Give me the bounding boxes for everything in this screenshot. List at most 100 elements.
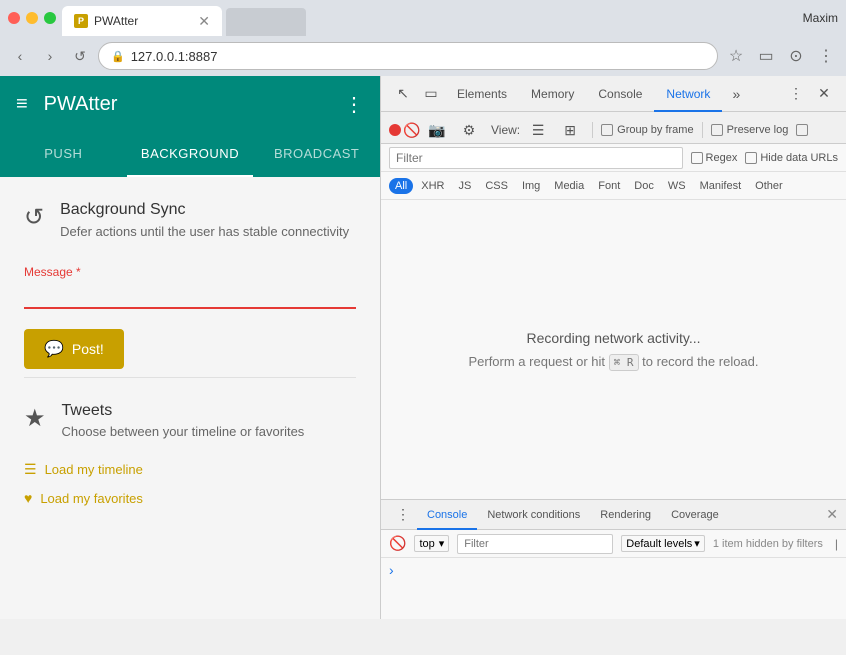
cast-button[interactable]: ▭ <box>754 44 778 68</box>
post-button[interactable]: 💬 Post! <box>24 329 124 369</box>
address-input[interactable]: 🔒 127.0.0.1:8887 <box>98 42 718 70</box>
extra-checkbox[interactable] <box>796 124 808 136</box>
console-chevron[interactable]: › <box>389 562 394 578</box>
back-button[interactable]: ‹ <box>8 44 32 68</box>
filter-bar: Regex Hide data URLs <box>381 144 846 172</box>
app-more-button[interactable]: ⋮ <box>344 92 364 117</box>
url-text: 127.0.0.1:8887 <box>131 49 218 64</box>
tweets-info: Tweets Choose between your timeline or f… <box>62 402 305 439</box>
filter-button[interactable]: ⚙ <box>455 116 483 144</box>
rt-css[interactable]: CSS <box>479 178 514 194</box>
camera-button[interactable]: 📷 <box>423 116 451 144</box>
console-tab-console[interactable]: Console <box>417 500 477 530</box>
tab-close-button[interactable]: ✕ <box>198 13 210 30</box>
regex-label: Regex <box>706 152 738 164</box>
load-favorites-link[interactable]: ♥ Load my favorites <box>24 484 356 512</box>
title-bar: P PWAtter ✕ Maxim <box>0 0 846 36</box>
load-timeline-link[interactable]: ☰ Load my timeline <box>24 455 356 484</box>
view-group-button[interactable]: ⊞ <box>556 116 584 144</box>
dt-more-tabs-button[interactable]: » <box>722 80 750 108</box>
hide-data-urls-check[interactable]: Hide data URLs <box>745 152 838 164</box>
tab-background[interactable]: Background <box>127 132 254 175</box>
favorites-icon: ♥ <box>24 490 32 506</box>
devtools-subbar: 🚫 📷 ⚙ View: ☰ ⊞ Group by frame Preserve … <box>381 112 846 144</box>
regex-check[interactable]: Regex <box>691 152 738 164</box>
message-label: Message * <box>24 265 356 279</box>
preserve-log-check[interactable]: Preserve log <box>711 124 789 136</box>
console-close-button[interactable]: ✕ <box>826 506 838 523</box>
device-toolbar-button[interactable]: ▭ <box>417 80 445 108</box>
rt-js[interactable]: JS <box>452 178 477 194</box>
reload-button[interactable]: ↺ <box>68 44 92 68</box>
rt-img[interactable]: Img <box>516 178 546 194</box>
browser-tab[interactable]: P PWAtter ✕ <box>62 6 222 36</box>
timeline-icon: ☰ <box>24 461 37 478</box>
rt-ws[interactable]: WS <box>662 178 692 194</box>
recording-hint: Perform a request or hit ⌘ R to record t… <box>468 354 758 369</box>
context-select[interactable]: top ▾ <box>414 535 449 552</box>
console-tab-network-conditions[interactable]: Network conditions <box>477 500 590 530</box>
filter-input[interactable] <box>389 147 683 169</box>
dt-tab-elements[interactable]: Elements <box>445 76 519 112</box>
context-value: top <box>419 538 434 550</box>
inspect-element-button[interactable]: ↖ <box>389 80 417 108</box>
dt-tab-console[interactable]: Console <box>586 76 654 112</box>
traffic-lights <box>8 12 56 24</box>
profile-button[interactable]: ⊙ <box>784 44 808 68</box>
traffic-light-yellow[interactable] <box>26 12 38 24</box>
recording-hint-text1: Perform a request or hit <box>468 354 605 369</box>
hide-data-urls-checkbox[interactable] <box>745 152 757 164</box>
bookmark-button[interactable]: ☆ <box>724 44 748 68</box>
browser-chrome: P PWAtter ✕ Maxim ‹ › ↺ 🔒 127.0.0.1:8887… <box>0 0 846 76</box>
forward-button[interactable]: › <box>38 44 62 68</box>
console-tab-coverage[interactable]: Coverage <box>661 500 729 530</box>
app-title: PWAtter <box>44 93 118 116</box>
tab-broadcast[interactable]: Broadcast <box>253 132 380 175</box>
group-by-frame-check[interactable]: Group by frame <box>601 124 693 136</box>
rt-xhr[interactable]: XHR <box>415 178 450 194</box>
traffic-light-red[interactable] <box>8 12 20 24</box>
preserve-log-label: Preserve log <box>727 124 789 136</box>
level-select[interactable]: Default levels ▾ <box>621 535 705 552</box>
stop-recording-button[interactable]: 🚫 <box>405 123 419 137</box>
sync-description: Defer actions until the user has stable … <box>60 223 349 241</box>
sync-info: Background Sync Defer actions until the … <box>60 201 349 241</box>
menu-button[interactable]: ≡ <box>16 93 28 116</box>
rt-media[interactable]: Media <box>548 178 590 194</box>
devtools-bottom: ⋮ Console Network conditions Rendering C… <box>381 499 846 619</box>
star-icon: ★ <box>24 404 46 433</box>
rt-doc[interactable]: Doc <box>628 178 660 194</box>
tab-empty <box>226 8 306 36</box>
message-form-group: Message * <box>24 265 356 309</box>
traffic-light-green[interactable] <box>44 12 56 24</box>
tab-favicon: P <box>74 14 88 28</box>
devtools-pane: ↖ ▭ Elements Memory Console Network » ⋮ … <box>380 76 846 619</box>
console-filter-input[interactable] <box>457 534 613 554</box>
rt-other[interactable]: Other <box>749 178 789 194</box>
rt-manifest[interactable]: Manifest <box>694 178 748 194</box>
request-type-bar: All XHR JS CSS Img Media Font Doc WS Man… <box>381 172 846 200</box>
view-label: View: <box>491 123 520 137</box>
dt-close-button[interactable]: ✕ <box>810 80 838 108</box>
dt-tab-network[interactable]: Network <box>654 76 722 112</box>
rt-all[interactable]: All <box>389 178 413 194</box>
message-input[interactable] <box>24 281 356 309</box>
main-layout: ≡ PWAtter ⋮ Push Background Broadcast ↺ … <box>0 76 846 619</box>
browser-more-button[interactable]: ⋮ <box>814 44 838 68</box>
devtools-toolbar: ↖ ▭ Elements Memory Console Network » ⋮ … <box>381 76 846 112</box>
divider <box>24 377 356 378</box>
group-by-frame-checkbox[interactable] <box>601 124 613 136</box>
console-stop-button[interactable]: 🚫 <box>389 535 406 552</box>
dt-settings-button[interactable]: ⋮ <box>782 80 810 108</box>
tab-push[interactable]: Push <box>0 132 127 175</box>
dt-tab-memory[interactable]: Memory <box>519 76 586 112</box>
console-options-button[interactable]: ⋮ <box>389 501 417 529</box>
rt-font[interactable]: Font <box>592 178 626 194</box>
tab-title: PWAtter <box>94 14 192 28</box>
regex-checkbox[interactable] <box>691 152 703 164</box>
preserve-log-checkbox[interactable] <box>711 124 723 136</box>
view-list-button[interactable]: ☰ <box>524 116 552 144</box>
tweets-section: ★ Tweets Choose between your timeline or… <box>24 402 356 439</box>
console-tab-rendering[interactable]: Rendering <box>590 500 661 530</box>
record-button[interactable] <box>389 124 401 136</box>
